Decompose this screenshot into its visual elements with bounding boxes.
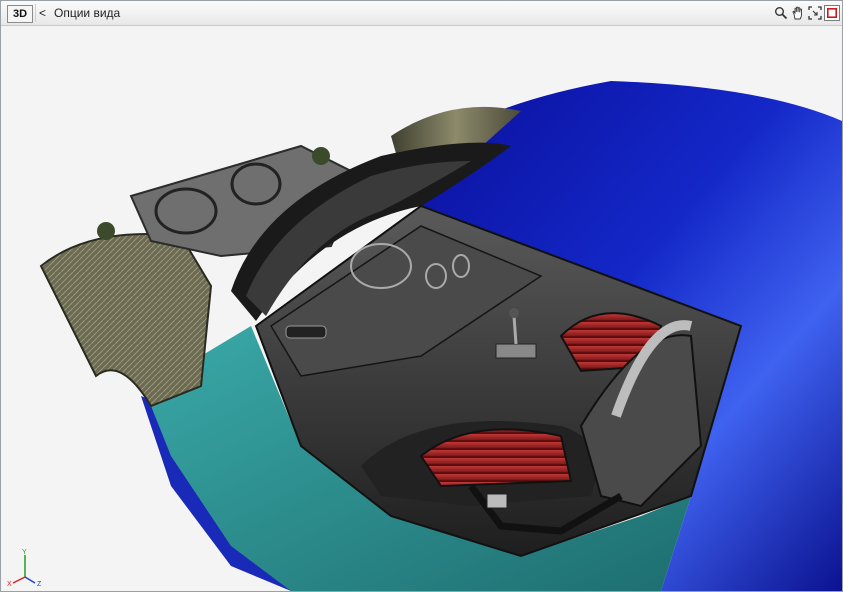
fit-view-icon	[808, 6, 822, 20]
toolbar-divider	[35, 4, 36, 22]
view-tools	[773, 5, 840, 22]
zoom-button[interactable]	[773, 5, 789, 21]
stop-button[interactable]	[824, 5, 840, 21]
pan-button[interactable]	[790, 5, 806, 21]
viewer-window: 3D < Опции вида Y X Z	[0, 0, 843, 592]
viewer-toolbar: 3D < Опции вида	[1, 1, 842, 26]
back-button[interactable]: <	[39, 6, 46, 20]
pan-hand-icon	[792, 6, 802, 20]
fit-view-button[interactable]	[807, 5, 823, 21]
axis-x-label: X	[7, 581, 12, 587]
stop-icon	[827, 8, 837, 18]
view-options-link[interactable]: Опции вида	[54, 6, 120, 20]
car-3d-model	[39, 81, 842, 591]
mode-badge[interactable]: 3D	[7, 5, 33, 23]
axis-indicator: Y X Z	[7, 549, 42, 587]
zoom-icon	[775, 7, 788, 20]
axis-z-label: Z	[37, 581, 42, 587]
axis-y-label: Y	[22, 549, 27, 556]
3d-viewport[interactable]: Y X Z	[1, 26, 842, 591]
